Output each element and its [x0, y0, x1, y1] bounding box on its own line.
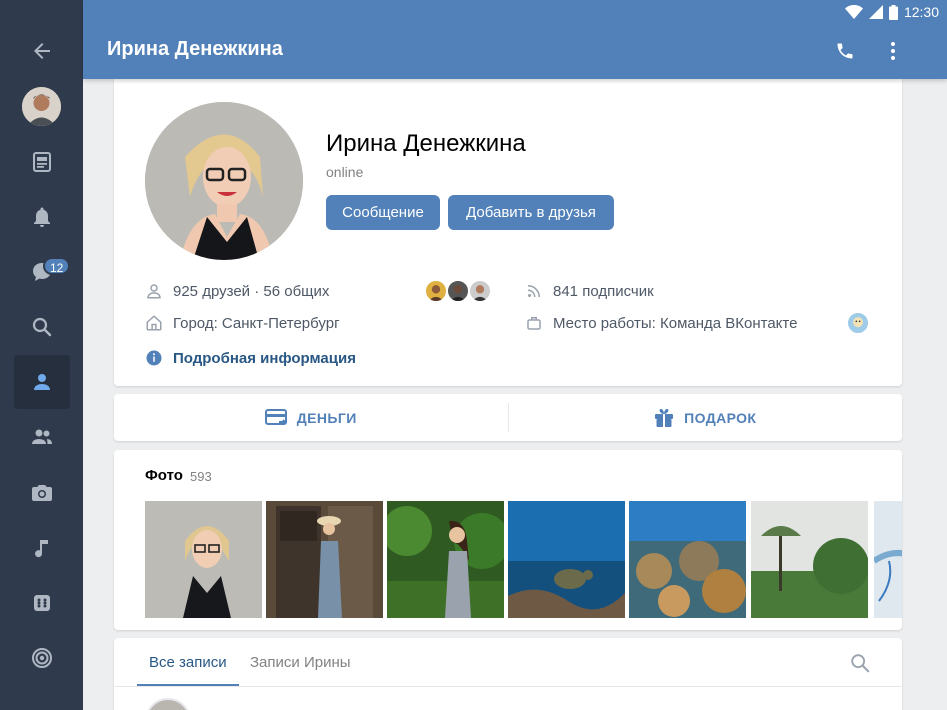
bell-icon: [34, 207, 50, 227]
camera-icon: [32, 485, 52, 501]
photos-title[interactable]: Фото: [145, 467, 183, 484]
mutual-friend-avatar[interactable]: [446, 279, 470, 303]
friends-row[interactable]: 925 друзей · 56 общих: [145, 282, 329, 300]
signal-icon: [868, 5, 883, 19]
rss-icon: [527, 285, 540, 298]
sidebar-item-notifications[interactable]: [14, 190, 70, 244]
friends-count: 925 друзей · 56 общих: [173, 282, 330, 300]
gift-button[interactable]: ПОДАРОК: [509, 394, 903, 441]
sidebar-item-more[interactable]: [14, 686, 70, 710]
home-icon: [146, 315, 162, 331]
person-icon: [147, 284, 161, 299]
sidebar-item-games[interactable]: [14, 576, 70, 630]
page-title: Ирина Денежкина: [107, 38, 283, 60]
online-status: online: [326, 164, 364, 180]
tab-owner-posts[interactable]: Записи Ирины: [250, 654, 351, 671]
battery-icon: [888, 4, 898, 20]
photo-thumbnail[interactable]: [874, 501, 902, 618]
message-button[interactable]: Сообщение: [326, 195, 440, 230]
photo-thumbnail[interactable]: [145, 501, 262, 618]
status-time: 12:30: [903, 4, 939, 20]
work-row[interactable]: Место работы: Команда ВКонтакте: [525, 314, 797, 332]
sidebar-item-friends[interactable]: [14, 410, 70, 464]
followers-row[interactable]: 841 подписчик: [525, 282, 654, 300]
more-info-row[interactable]: Подробная информация: [145, 349, 356, 367]
gift-icon: [655, 408, 674, 427]
sidebar-item-search[interactable]: [14, 300, 70, 354]
money-label: ДЕНЬГИ: [296, 409, 357, 426]
more-vertical-icon: [891, 42, 895, 60]
sidebar-item-profile[interactable]: [14, 355, 70, 409]
games-icon: [34, 595, 50, 611]
info-icon: [146, 350, 162, 366]
followers-count: 841 подписчик: [553, 282, 654, 300]
divider: [114, 686, 902, 687]
photo-thumbnail[interactable]: [508, 501, 625, 618]
mutual-friend-avatar[interactable]: [424, 279, 448, 303]
sidebar-item-music[interactable]: [14, 521, 70, 575]
target-icon: [32, 648, 52, 668]
call-button[interactable]: [832, 38, 858, 64]
photos-count: 593: [190, 469, 212, 484]
wall-card: Все записи Записи Ирины: [114, 638, 902, 710]
photo-thumbnail[interactable]: [751, 501, 868, 618]
profile-icon: [34, 374, 50, 390]
back-arrow-icon: [34, 43, 50, 59]
photo-thumbnail[interactable]: [266, 501, 383, 618]
more-icon: [30, 701, 54, 710]
mutual-friend-avatar[interactable]: [468, 279, 492, 303]
actions-card: ДЕНЬГИ ПОДАРОК: [114, 394, 902, 441]
work-text: Место работы: Команда ВКонтакте: [553, 314, 798, 332]
money-transfer-icon: [264, 408, 287, 425]
back-button[interactable]: [14, 24, 70, 78]
photos-card: Фото 593: [114, 450, 902, 630]
sidebar-item-news[interactable]: [14, 135, 70, 189]
more-menu-button[interactable]: [880, 38, 906, 64]
more-info-link[interactable]: Подробная информация: [173, 350, 356, 367]
music-icon: [35, 540, 48, 558]
wifi-icon: [844, 5, 863, 19]
city-row: Город: Санкт-Петербург: [145, 314, 340, 332]
add-friend-button[interactable]: Добавить в друзья: [448, 195, 614, 230]
photo-thumbnail[interactable]: [387, 501, 504, 618]
search-icon: [851, 654, 870, 673]
briefcase-icon: [527, 317, 541, 330]
wall-search-button[interactable]: [849, 652, 871, 674]
tab-all-posts[interactable]: Все записи: [149, 654, 227, 671]
friends-icon: [32, 429, 52, 444]
sidebar-item-target[interactable]: [14, 631, 70, 685]
app-header: 12:30 Ирина Денежкина: [83, 0, 947, 79]
city-text: Город: Санкт-Петербург: [173, 314, 340, 332]
sidebar-item-photos[interactable]: [14, 466, 70, 520]
money-button[interactable]: ДЕНЬГИ: [114, 394, 508, 441]
user-avatar[interactable]: [22, 87, 61, 126]
profile-name: Ирина Денежкина: [326, 130, 526, 157]
phone-icon: [837, 43, 853, 59]
gift-label: ПОДАРОК: [684, 409, 757, 426]
profile-avatar[interactable]: [145, 102, 303, 260]
sidebar: 12: [0, 0, 83, 710]
profile-card: Ирина Денежкина online Сообщение Добавит…: [114, 72, 902, 386]
work-group-avatar[interactable]: [846, 311, 870, 335]
status-bar: 12:30: [844, 0, 947, 24]
photo-thumbnail[interactable]: [629, 501, 746, 618]
post-author-avatar[interactable]: [145, 698, 191, 710]
news-icon: [33, 152, 51, 172]
search-icon: [32, 317, 52, 337]
messages-badge: 12: [43, 257, 71, 275]
